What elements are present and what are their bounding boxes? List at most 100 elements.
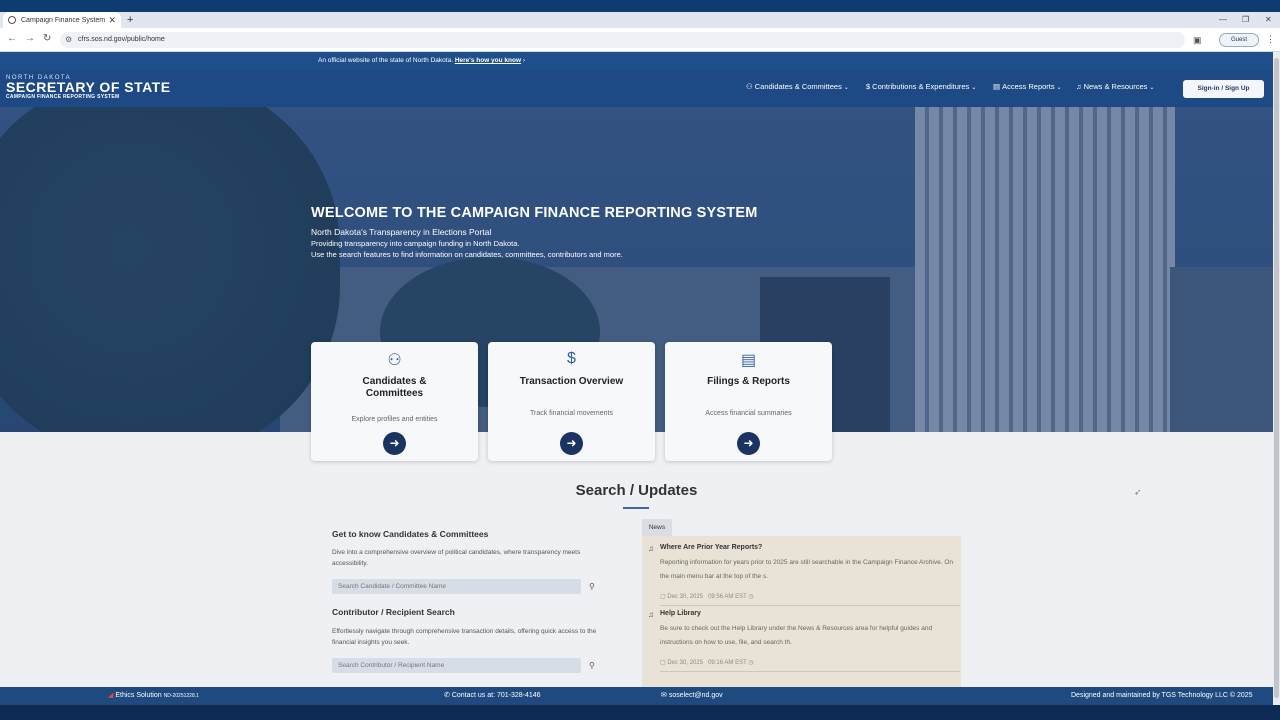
browser-tab[interactable]: Campaign Finance System ✕: [3, 12, 121, 28]
bell-icon: ♫: [648, 610, 654, 619]
nav-news-resources[interactable]: ♫ News & Resources ⌄: [1076, 82, 1154, 91]
site-header: NORTH DAKOTA SECRETARY OF STATE CAMPAIGN…: [0, 70, 1273, 107]
document-icon: ▤: [740, 352, 757, 369]
footer-email[interactable]: ✉ soselect@nd.gov: [661, 687, 723, 705]
profile-button[interactable]: Guest: [1219, 33, 1259, 47]
dollar-icon: $: [866, 82, 871, 91]
profile-label: Guest: [1230, 37, 1247, 43]
candidates-description: Dive into a comprehensive overview of po…: [332, 549, 581, 567]
side-panel-icon[interactable]: ▣: [1193, 35, 1202, 46]
news-divider: [660, 605, 960, 606]
arrow-right-icon[interactable]: ➜: [737, 432, 760, 455]
hero-text: WELCOME TO THE CAMPAIGN FINANCE REPORTIN…: [311, 205, 758, 259]
menu-kebab-icon[interactable]: ⋮: [1266, 34, 1275, 45]
news-item[interactable]: ♫ Where Are Prior Year Reports? Reportin…: [648, 544, 960, 606]
search-icon[interactable]: ⚲: [589, 582, 595, 591]
bell-icon: ♫: [1076, 82, 1082, 91]
phone-icon: ✆: [444, 692, 450, 699]
chevron-down-icon: ⌄: [1149, 85, 1155, 91]
news-title[interactable]: Help Library: [660, 610, 701, 617]
tab-news[interactable]: News: [642, 519, 672, 536]
candidates-heading: Get to know Candidates & Committees: [332, 529, 489, 539]
card-filings-reports[interactable]: ▤ Filings & Reports Access financial sum…: [665, 342, 832, 461]
news-divider: [660, 671, 960, 672]
contributor-search-input[interactable]: [332, 658, 581, 673]
clock-icon: ◷: [748, 660, 754, 666]
news-title[interactable]: Where Are Prior Year Reports?: [660, 544, 762, 551]
site-logo[interactable]: NORTH DAKOTA SECRETARY OF STATE CAMPAIGN…: [6, 75, 171, 100]
back-icon[interactable]: ←: [7, 33, 17, 44]
clock-icon: ◷: [748, 594, 754, 600]
news-date: ▢ Dec 30, 2025 09:56 AM EST ◷: [660, 594, 754, 600]
version-label: ND-20251228.1: [163, 693, 199, 699]
card-title: Filings & Reports: [707, 376, 790, 387]
card-title-line1: Candidates &: [362, 376, 427, 387]
close-icon[interactable]: ✕: [108, 15, 116, 26]
site-info-icon[interactable]: ⚙: [65, 32, 72, 48]
official-text: An official website of the state of Nort…: [318, 57, 454, 64]
people-icon: ⚇: [387, 352, 402, 369]
minimize-button[interactable]: —: [1219, 12, 1227, 28]
signin-button[interactable]: Sign-in / Sign Up: [1183, 80, 1264, 98]
desktop-background: [0, 705, 1280, 720]
tab-title: Campaign Finance System: [21, 16, 106, 24]
new-tab-button[interactable]: +: [127, 12, 133, 28]
nav-access-reports[interactable]: ▤ Access Reports ⌄: [993, 82, 1062, 91]
hero-line-1: Providing transparency into campaign fun…: [311, 239, 520, 248]
chevron-down-icon: ⌄: [971, 85, 977, 91]
news-date-value: Dec 30, 2025: [667, 594, 704, 600]
section-underline: [623, 507, 649, 509]
ethics-label: Ethics Solution: [115, 692, 162, 699]
card-description: Access financial summaries: [705, 410, 792, 417]
card-description: Track financial movements: [530, 410, 613, 417]
nav-label: Contributions & Expenditures: [872, 82, 970, 91]
official-banner: An official website of the state of Nort…: [0, 52, 1273, 70]
how-you-know-link[interactable]: Here's how you know: [455, 57, 521, 64]
news-date-value: Dec 30, 2025: [667, 660, 704, 666]
url-field[interactable]: ⚙ cfrs.sos.nd.gov/public/home: [60, 32, 1185, 48]
search-icon[interactable]: ⚲: [589, 661, 595, 670]
hero-title: WELCOME TO THE CAMPAIGN FINANCE REPORTIN…: [311, 205, 758, 221]
restore-button[interactable]: ❐: [1242, 12, 1249, 28]
ethics-logo-icon: ◢: [108, 692, 114, 699]
email-label: soselect@nd.gov: [668, 692, 723, 699]
candidate-search-input[interactable]: [332, 579, 581, 594]
hero-line-2: Use the search features to find informat…: [311, 250, 623, 259]
globe-icon: [8, 16, 16, 24]
window-close-button[interactable]: ✕: [1265, 12, 1272, 28]
card-transaction-overview[interactable]: $ Transaction Overview Track financial m…: [488, 342, 655, 461]
card-description: Explore profiles and entities: [351, 416, 438, 423]
browser-tab-strip: [0, 12, 1280, 28]
news-time-value: 09:56 AM EST: [708, 594, 747, 600]
scrollbar-thumb[interactable]: [1274, 58, 1279, 698]
nav-contributions-expenditures[interactable]: $ Contributions & Expenditures ⌄: [866, 82, 976, 91]
address-bar: ← → ↻ ⚙ cfrs.sos.nd.gov/public/home ▣ Gu…: [0, 28, 1280, 52]
card-title: Transaction Overview: [519, 376, 624, 387]
chevron-down-icon: ⌄: [843, 85, 849, 91]
news-date: ▢ Dec 30, 2025 09:16 AM EST ◷: [660, 660, 754, 666]
nav-label: Access Reports: [1002, 82, 1055, 91]
nav-label: Candidates & Committees: [754, 82, 842, 91]
logo-title: SECRETARY OF STATE: [6, 79, 171, 95]
news-body: Reporting information for years prior to…: [660, 559, 954, 580]
card-title-line2: Committees: [365, 388, 424, 399]
card-title: Candidates & Committees: [321, 376, 468, 400]
footer-contact[interactable]: ✆ Contact us at: 701-328-4146: [444, 687, 541, 705]
site-footer: ◢ Ethics Solution ND-20251228.1 ✆ Contac…: [0, 687, 1273, 705]
arrow-right-icon[interactable]: ➜: [560, 432, 583, 455]
chevron-right-icon: ›: [522, 57, 526, 64]
nav-label: News & Resources: [1083, 82, 1148, 91]
footer-credit: Designed and maintained by TGS Technolog…: [1071, 692, 1253, 699]
forward-icon[interactable]: →: [25, 33, 35, 44]
news-time-value: 09:16 AM EST: [708, 660, 747, 666]
nav-candidates-committees[interactable]: ⚇ Candidates & Committees ⌄: [746, 82, 849, 91]
card-candidates-committees[interactable]: ⚇ Candidates & Committees Explore profile…: [311, 342, 478, 461]
news-panel: ♫ Where Are Prior Year Reports? Reportin…: [642, 536, 961, 687]
chevron-down-icon: ⌄: [1056, 85, 1062, 91]
news-item[interactable]: ♫ Help Library Be sure to check out the …: [648, 610, 960, 672]
contact-label: Contact us at: 701-328-4146: [451, 692, 541, 699]
arrow-right-icon[interactable]: ➜: [383, 432, 406, 455]
bell-icon: ♫: [648, 544, 654, 553]
mail-icon: ✉: [661, 692, 667, 699]
reload-icon[interactable]: ↻: [43, 33, 51, 44]
